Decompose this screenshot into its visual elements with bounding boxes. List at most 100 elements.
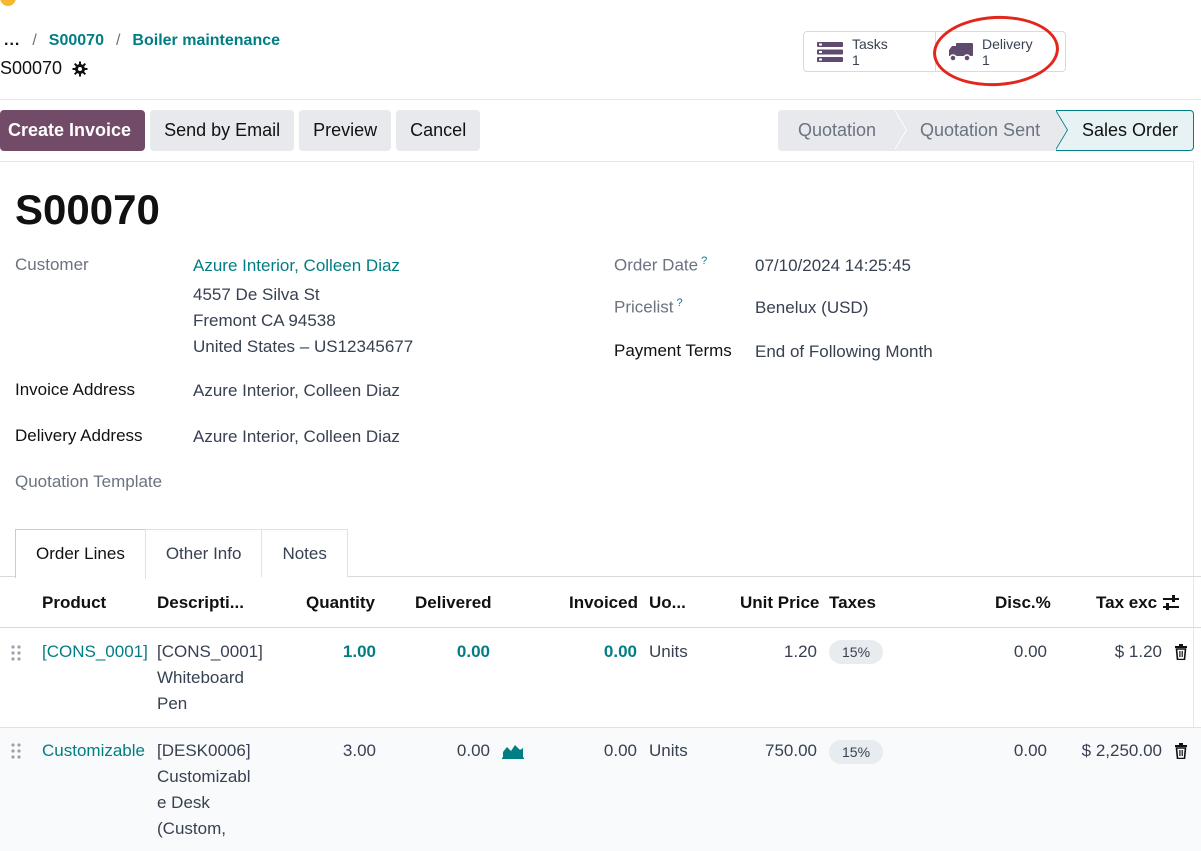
description-line-2: Whiteboard: [157, 668, 244, 687]
quantity-cell[interactable]: 3.00: [300, 738, 376, 764]
tasks-count: 1: [852, 51, 860, 68]
subtotal-cell: $ 1.20: [1114, 642, 1162, 661]
delivered-cell[interactable]: 0.00: [410, 738, 490, 764]
record-name-line: S00070: [0, 58, 88, 79]
table-header: Product Descripti... Quantity Delivered …: [0, 577, 1201, 628]
description-line-1: [DESK0006]: [157, 741, 251, 760]
send-by-email-button[interactable]: Send by Email: [150, 110, 295, 151]
action-buttons: Create Invoice Send by Email Preview Can…: [0, 110, 481, 151]
delivery-label: Delivery: [982, 35, 1033, 52]
stage-quotation-sent-label: Quotation Sent: [920, 120, 1041, 140]
uom-cell[interactable]: Units: [649, 639, 688, 665]
column-quantity[interactable]: Quantity: [306, 593, 375, 613]
table-row[interactable]: Customizable [DESK0006] Customizabl e De…: [0, 728, 1201, 851]
notebook-tabs: Order Lines Other Info Notes: [15, 529, 348, 578]
quantity-cell[interactable]: 1.00: [300, 639, 376, 665]
gear-icon[interactable]: [72, 61, 88, 77]
table-row[interactable]: [CONS_0001] ' [CONS_0001] Whiteboard Pen…: [0, 628, 1201, 728]
unit-price-cell[interactable]: 750.00: [730, 738, 817, 764]
trash-icon[interactable]: [1174, 743, 1188, 759]
description-line-1: [CONS_0001]: [157, 642, 263, 661]
tasks-icon: [817, 41, 843, 62]
tab-notes[interactable]: Notes: [261, 529, 348, 577]
stage-quotation[interactable]: Quotation: [778, 110, 907, 151]
invoice-address-label: Invoice Address: [15, 380, 136, 399]
invoiced-cell[interactable]: 0.00: [560, 639, 637, 665]
trash-icon[interactable]: [1174, 644, 1188, 660]
column-discount[interactable]: Disc.%: [995, 593, 1051, 613]
order-date-label: Order Date?: [614, 255, 707, 276]
invoiced-cell[interactable]: 0.00: [560, 738, 637, 764]
tasks-smart-button[interactable]: Tasks 1: [804, 32, 935, 71]
customer-field[interactable]: Azure Interior, Colleen Diaz: [193, 256, 400, 276]
subtotal-cell: $ 2,250.00: [1081, 741, 1162, 760]
description-line-4: (Custom,: [157, 819, 226, 838]
delivery-address-field[interactable]: Azure Interior, Colleen Diaz: [193, 427, 400, 447]
tax-badge[interactable]: 15%: [829, 740, 884, 764]
cancel-button[interactable]: Cancel: [396, 110, 481, 151]
address-line-1: 4557 De Silva St: [193, 285, 320, 304]
column-invoiced[interactable]: Invoiced: [569, 593, 638, 613]
column-product[interactable]: Product: [42, 593, 106, 613]
stage-quotation-label: Quotation: [798, 120, 877, 140]
uom-cell[interactable]: Units: [649, 738, 688, 764]
column-unit-price[interactable]: Unit Price: [740, 593, 819, 613]
forecast-chart-icon[interactable]: [502, 743, 524, 759]
breadcrumb-item-task[interactable]: Boiler maintenance: [132, 32, 280, 50]
breadcrumb-separator: /: [115, 32, 121, 49]
page-title: S00070: [15, 186, 160, 233]
order-date-label-text: Order Date: [614, 255, 699, 275]
order-date-field[interactable]: 07/10/2024 14:25:45: [755, 256, 911, 276]
stage-quotation-sent[interactable]: Quotation Sent: [894, 110, 1068, 151]
breadcrumb-item-order[interactable]: S00070: [49, 32, 104, 50]
description-line-2: Customizabl: [157, 767, 251, 786]
column-subtotal[interactable]: Tax exc: [1096, 593, 1157, 613]
tab-order-lines[interactable]: Order Lines: [15, 529, 146, 578]
delivery-address-label: Delivery Address: [15, 426, 143, 445]
tax-badge[interactable]: 15%: [829, 640, 884, 664]
description-line-3: e Desk: [157, 793, 210, 812]
delivered-cell[interactable]: 0.00: [410, 639, 490, 665]
column-uom[interactable]: Uo...: [649, 593, 686, 613]
breadcrumb-separator: /: [32, 32, 37, 49]
discount-cell[interactable]: 0.00: [980, 738, 1047, 764]
drag-handle-icon[interactable]: [10, 644, 22, 662]
quotation-template-label: Quotation Template: [15, 472, 163, 491]
description-line-3: Pen: [157, 694, 188, 713]
help-icon[interactable]: ?: [677, 297, 683, 309]
delivery-count: 1: [982, 51, 990, 68]
customer-label: Customer: [15, 255, 89, 274]
address-line-3: United States – US12345677: [193, 337, 414, 356]
column-delivered[interactable]: Delivered: [415, 593, 492, 613]
breadcrumb-more-button[interactable]: ...: [0, 32, 20, 50]
discount-cell[interactable]: 0.00: [980, 639, 1047, 665]
payment-terms-label: Payment Terms: [614, 341, 732, 360]
record-name: S00070: [0, 58, 63, 78]
pricelist-field[interactable]: Benelux (USD): [755, 298, 868, 318]
pricelist-label-text: Pricelist: [614, 297, 674, 317]
breadcrumb: ... / S00070 / Boiler maintenance: [0, 32, 280, 50]
product-cell[interactable]: [CONS_0001] ': [42, 639, 152, 665]
stage-sales-order[interactable]: Sales Order: [1056, 110, 1194, 151]
truck-icon: [949, 42, 973, 62]
top-app-bar: [0, 0, 1201, 8]
app-logo-icon: [0, 0, 16, 6]
payment-terms-field[interactable]: End of Following Month: [755, 342, 933, 362]
tab-other-info[interactable]: Other Info: [144, 529, 263, 577]
unit-price-cell[interactable]: 1.20: [730, 639, 817, 665]
column-description[interactable]: Descripti...: [157, 593, 244, 613]
drag-handle-icon[interactable]: [10, 742, 22, 760]
create-invoice-button[interactable]: Create Invoice: [0, 110, 146, 151]
invoice-address-field[interactable]: Azure Interior, Colleen Diaz: [193, 381, 400, 401]
header-divider: [0, 99, 1201, 100]
column-settings-icon[interactable]: [1162, 594, 1180, 612]
column-taxes[interactable]: Taxes: [829, 593, 876, 613]
tasks-label: Tasks: [852, 35, 888, 52]
delivery-smart-button[interactable]: Delivery 1: [935, 32, 1065, 71]
help-icon[interactable]: ?: [701, 255, 707, 267]
preview-button[interactable]: Preview: [299, 110, 392, 151]
status-bar: Quotation Quotation Sent Sales Order: [778, 110, 1194, 151]
smart-buttons: Tasks 1 Delivery 1: [803, 31, 1066, 72]
product-cell[interactable]: Customizable: [42, 738, 145, 764]
pricelist-label: Pricelist?: [614, 297, 683, 318]
